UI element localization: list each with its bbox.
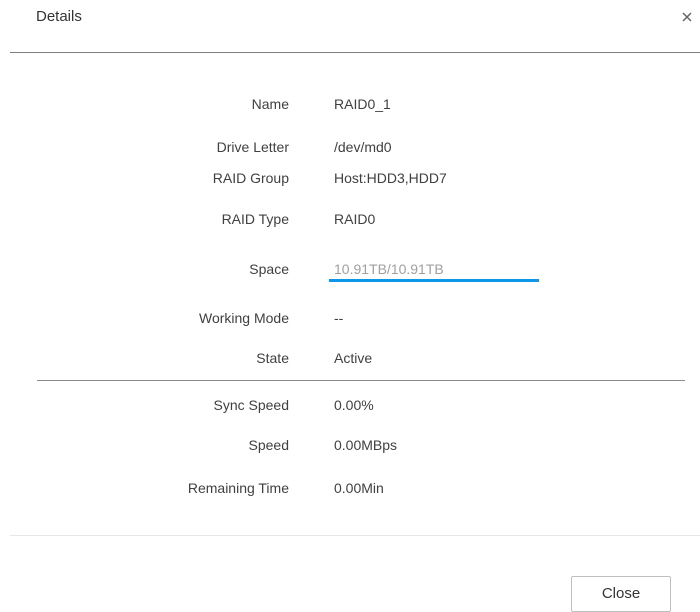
detail-row-raid-type: RAID Type RAID0 bbox=[0, 208, 700, 230]
detail-label: RAID Group bbox=[212, 170, 289, 186]
detail-value: Active bbox=[334, 350, 373, 366]
space-value: 10.91TB/10.91TB bbox=[334, 261, 444, 277]
space-usage-bar bbox=[329, 279, 539, 282]
dialog-header: Details bbox=[0, 0, 700, 52]
detail-value: RAID0 bbox=[334, 211, 376, 227]
detail-row-space: Space 10.91TB/10.91TB bbox=[0, 258, 700, 280]
close-icon[interactable] bbox=[680, 8, 694, 26]
detail-label: Drive Letter bbox=[216, 139, 289, 155]
header-divider bbox=[10, 52, 700, 53]
detail-row-raid-group: RAID Group Host:HDD3,HDD7 bbox=[0, 167, 700, 189]
sync-label: Speed bbox=[248, 437, 289, 453]
detail-row-name: Name RAID0_1 bbox=[0, 93, 700, 115]
detail-row-state: State Active bbox=[0, 347, 700, 369]
detail-label: State bbox=[256, 350, 289, 366]
detail-label: RAID Type bbox=[221, 211, 289, 227]
detail-value: -- bbox=[334, 310, 344, 326]
detail-value: RAID0_1 bbox=[334, 96, 391, 112]
dialog-title: Details bbox=[36, 8, 82, 25]
detail-label: Working Mode bbox=[198, 310, 289, 326]
sync-row-sync-speed: Sync Speed 0.00% bbox=[0, 394, 700, 416]
section-divider bbox=[37, 380, 685, 381]
sync-value: 0.00% bbox=[334, 397, 374, 413]
sync-label: Sync Speed bbox=[213, 397, 290, 413]
sync-row-speed: Speed 0.00MBps bbox=[0, 434, 700, 456]
details-dialog: Details Name RAID0_1 Drive Letter /dev/m… bbox=[0, 0, 700, 612]
sync-value: 0.00Min bbox=[334, 480, 384, 496]
detail-value: /dev/md0 bbox=[334, 139, 392, 155]
close-button[interactable]: Close bbox=[571, 576, 671, 612]
detail-row-drive-letter: Drive Letter /dev/md0 bbox=[0, 136, 700, 158]
sync-row-remaining-time: Remaining Time 0.00Min bbox=[0, 477, 700, 499]
detail-label: Name bbox=[251, 96, 289, 112]
detail-value: Host:HDD3,HDD7 bbox=[334, 170, 447, 186]
detail-label: Space bbox=[249, 261, 289, 277]
sync-label: Remaining Time bbox=[187, 480, 289, 496]
detail-row-working-mode: Working Mode -- bbox=[0, 307, 700, 329]
footer-divider bbox=[10, 535, 700, 536]
sync-value: 0.00MBps bbox=[334, 437, 398, 453]
